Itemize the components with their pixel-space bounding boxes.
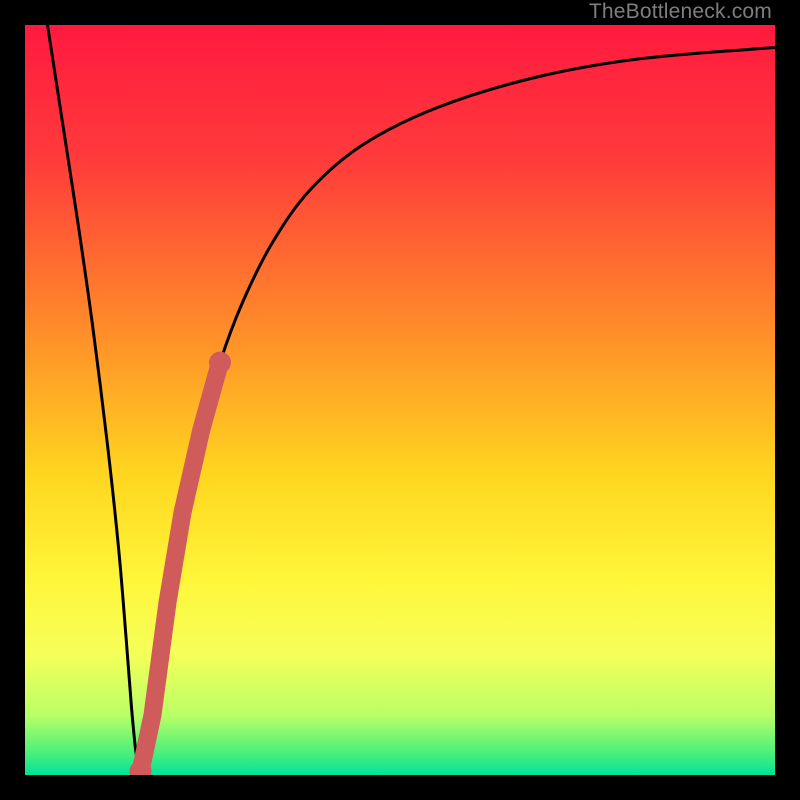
highlight-endpoint: [209, 352, 231, 374]
highlight-segment: [141, 363, 221, 772]
outer-frame: TheBottleneck.com: [0, 0, 800, 800]
watermark-text: TheBottleneck.com: [589, 0, 772, 24]
curve-layer: [25, 25, 775, 775]
plot-area: [25, 25, 775, 775]
